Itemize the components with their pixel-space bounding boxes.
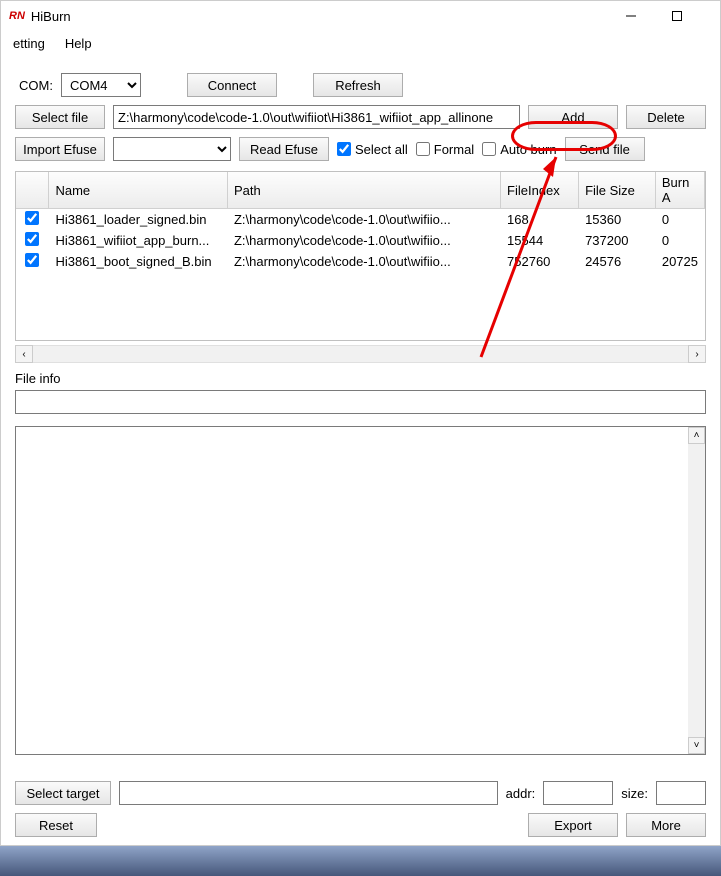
com-select[interactable]: COM4 xyxy=(61,73,141,97)
table-row[interactable]: Hi3861_loader_signed.binZ:\harmony\code\… xyxy=(16,209,705,231)
vertical-scrollbar[interactable]: ˄ ˅ xyxy=(688,427,705,754)
cell-size: 737200 xyxy=(579,230,656,251)
cell-name: Hi3861_wifiiot_app_burn... xyxy=(49,230,228,251)
desktop-strip xyxy=(0,846,721,876)
com-label: COM: xyxy=(19,78,53,93)
horizontal-scrollbar[interactable]: ‹ › xyxy=(15,345,706,363)
col-fileindex[interactable]: FileIndex xyxy=(501,172,579,209)
scroll-left-icon[interactable]: ‹ xyxy=(15,345,33,363)
file-row: Select file Add Delete xyxy=(15,105,706,129)
efuse-select[interactable] xyxy=(113,137,231,161)
connect-button[interactable]: Connect xyxy=(187,73,277,97)
cell-path: Z:\harmony\code\code-1.0\out\wifiio... xyxy=(227,230,500,251)
window-buttons xyxy=(608,1,720,31)
addr-input[interactable] xyxy=(543,781,613,805)
fileinfo-label: File info xyxy=(15,371,706,386)
com-row: COM: COM4 Connect Refresh xyxy=(15,73,706,97)
cell-index: 168 xyxy=(501,209,579,231)
cell-path: Z:\harmony\code\code-1.0\out\wifiio... xyxy=(227,251,500,272)
cell-index: 752760 xyxy=(501,251,579,272)
size-input[interactable] xyxy=(656,781,706,805)
scroll-down-icon[interactable]: ˅ xyxy=(688,737,705,754)
window-edge xyxy=(700,1,720,31)
cell-name: Hi3861_boot_signed_B.bin xyxy=(49,251,228,272)
app-logo-icon: RN xyxy=(9,10,25,22)
cell-burn: 20725 xyxy=(655,251,704,272)
menu-setting[interactable]: etting xyxy=(5,33,53,54)
export-button[interactable]: Export xyxy=(528,813,618,837)
col-path[interactable]: Path xyxy=(227,172,500,209)
select-file-button[interactable]: Select file xyxy=(15,105,105,129)
reset-button[interactable]: Reset xyxy=(15,813,97,837)
import-efuse-button[interactable]: Import Efuse xyxy=(15,137,105,161)
formal-checkbox[interactable]: Formal xyxy=(416,142,474,157)
table-row[interactable]: Hi3861_boot_signed_B.binZ:\harmony\code\… xyxy=(16,251,705,272)
minimize-button[interactable] xyxy=(608,1,654,31)
scroll-track-v[interactable] xyxy=(688,444,705,737)
fileinfo-box xyxy=(15,390,706,414)
selectall-checkbox[interactable]: Select all xyxy=(337,142,408,157)
delete-button[interactable]: Delete xyxy=(626,105,706,129)
cell-index: 15544 xyxy=(501,230,579,251)
titlebar: RN HiBurn xyxy=(1,1,720,31)
cell-name: Hi3861_loader_signed.bin xyxy=(49,209,228,231)
content-area: COM: COM4 Connect Refresh Select file Ad… xyxy=(1,55,720,845)
autoburn-box[interactable] xyxy=(482,142,496,156)
col-filesize[interactable]: File Size xyxy=(579,172,656,209)
row-checkbox[interactable] xyxy=(25,232,39,246)
col-burn[interactable]: Burn A xyxy=(655,172,704,209)
size-label: size: xyxy=(621,786,648,801)
scroll-track[interactable] xyxy=(33,345,688,363)
scroll-up-icon[interactable]: ˄ xyxy=(688,427,705,444)
cell-burn: 0 xyxy=(655,230,704,251)
select-target-button[interactable]: Select target xyxy=(15,781,111,805)
maximize-button[interactable] xyxy=(654,1,700,31)
cell-size: 15360 xyxy=(579,209,656,231)
menu-help[interactable]: Help xyxy=(57,33,100,54)
col-name[interactable]: Name xyxy=(49,172,228,209)
more-button[interactable]: More xyxy=(626,813,706,837)
cell-burn: 0 xyxy=(655,209,704,231)
cell-size: 24576 xyxy=(579,251,656,272)
send-file-button[interactable]: Send file xyxy=(565,137,645,161)
refresh-button[interactable]: Refresh xyxy=(313,73,403,97)
formal-box[interactable] xyxy=(416,142,430,156)
row-checkbox[interactable] xyxy=(25,211,39,225)
table-row[interactable]: Hi3861_wifiiot_app_burn...Z:\harmony\cod… xyxy=(16,230,705,251)
read-efuse-button[interactable]: Read Efuse xyxy=(239,137,329,161)
addr-label: addr: xyxy=(506,786,536,801)
target-input[interactable] xyxy=(119,781,498,805)
selectall-box[interactable] xyxy=(337,142,351,156)
file-path-input[interactable] xyxy=(113,105,520,129)
efuse-row: Import Efuse Read Efuse Select all Forma… xyxy=(15,137,706,161)
add-button[interactable]: Add xyxy=(528,105,618,129)
file-table: Name Path FileIndex File Size Burn A Hi3… xyxy=(15,171,706,341)
cell-path: Z:\harmony\code\code-1.0\out\wifiio... xyxy=(227,209,500,231)
window-title: HiBurn xyxy=(31,9,71,24)
bottom-panel: Select target addr: size: Reset Export M… xyxy=(15,781,706,845)
table-header-row: Name Path FileIndex File Size Burn A xyxy=(16,172,705,209)
autoburn-checkbox[interactable]: Auto burn xyxy=(482,142,556,157)
col-check[interactable] xyxy=(16,172,49,209)
row-checkbox[interactable] xyxy=(25,253,39,267)
log-box[interactable]: ˄ ˅ xyxy=(15,426,706,755)
menubar: etting Help xyxy=(1,31,720,55)
app-window: RN HiBurn etting Help COM: COM4 Connect … xyxy=(0,0,721,846)
scroll-right-icon[interactable]: › xyxy=(688,345,706,363)
